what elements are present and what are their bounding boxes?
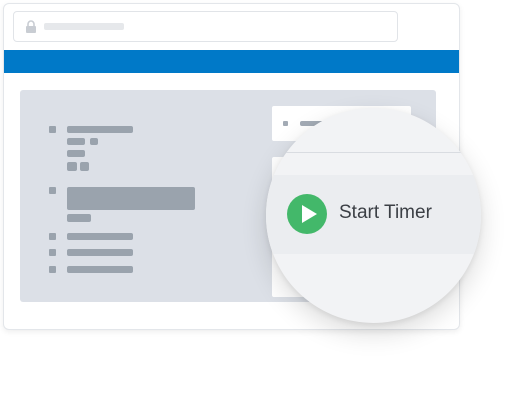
divider bbox=[266, 152, 481, 153]
list-bullet bbox=[49, 126, 56, 133]
play-icon bbox=[287, 194, 327, 234]
list-bullet bbox=[49, 266, 56, 273]
start-timer-button[interactable]: Start Timer bbox=[266, 186, 481, 242]
card-bullet bbox=[283, 121, 288, 126]
list-item-placeholder bbox=[67, 126, 133, 133]
lock-icon bbox=[26, 20, 36, 33]
list-item-placeholder bbox=[67, 266, 133, 273]
list-bullet bbox=[49, 249, 56, 256]
illustration: Start Timer bbox=[0, 0, 531, 393]
list-item-placeholder bbox=[67, 138, 85, 145]
start-timer-label: Start Timer bbox=[339, 202, 432, 223]
url-placeholder bbox=[44, 23, 124, 30]
address-bar[interactable] bbox=[13, 11, 398, 42]
selected-list-item[interactable] bbox=[67, 187, 195, 210]
list-item-placeholder bbox=[67, 162, 77, 171]
list-bullet bbox=[49, 233, 56, 240]
app-header-bar bbox=[4, 50, 459, 73]
list-item-placeholder bbox=[80, 162, 89, 171]
list-item-placeholder bbox=[67, 214, 91, 222]
magnifier-lens: Start Timer bbox=[266, 108, 481, 323]
list-item-placeholder bbox=[67, 150, 85, 157]
list-bullet bbox=[49, 187, 56, 194]
list-item-placeholder bbox=[67, 233, 133, 240]
list-item-placeholder bbox=[90, 138, 98, 145]
list-item-placeholder bbox=[67, 249, 133, 256]
